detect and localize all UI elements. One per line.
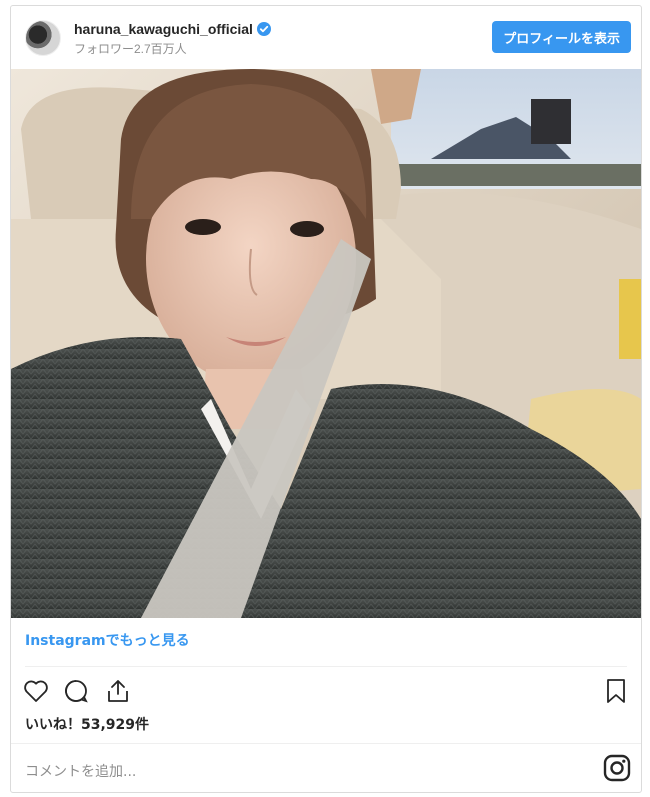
instagram-icon[interactable] — [603, 754, 631, 782]
avatar[interactable] — [25, 20, 61, 56]
divider — [25, 666, 627, 667]
comment-button[interactable] — [61, 676, 91, 706]
instagram-embed-card: haruna_kawaguchi_official フォロワー2.7百万人 プロ… — [10, 5, 642, 793]
follower-count: フォロワー2.7百万人 — [74, 42, 187, 56]
comment-icon — [65, 680, 88, 703]
like-button[interactable] — [21, 676, 51, 706]
post-photo[interactable] — [11, 69, 641, 618]
post-actions — [11, 674, 641, 714]
verified-badge-icon — [256, 22, 271, 36]
bookmark-button[interactable] — [601, 676, 631, 706]
view-more-on-instagram-link[interactable]: Instagramでもっと見る — [25, 630, 190, 650]
like-count: いいね！53,929件 — [25, 717, 150, 733]
username[interactable]: haruna_kawaguchi_official — [74, 21, 271, 37]
post-photo-image — [11, 69, 641, 618]
post-header: haruna_kawaguchi_official フォロワー2.7百万人 プロ… — [11, 6, 641, 70]
add-comment-field[interactable]: コメントを追加... — [25, 761, 136, 781]
heart-icon — [24, 680, 48, 702]
bookmark-icon — [607, 679, 625, 703]
share-button[interactable] — [103, 676, 133, 706]
username-text[interactable]: haruna_kawaguchi_official — [74, 21, 253, 37]
share-icon — [108, 680, 128, 702]
view-profile-button[interactable]: プロフィールを表示 — [492, 21, 631, 53]
divider — [11, 743, 641, 744]
